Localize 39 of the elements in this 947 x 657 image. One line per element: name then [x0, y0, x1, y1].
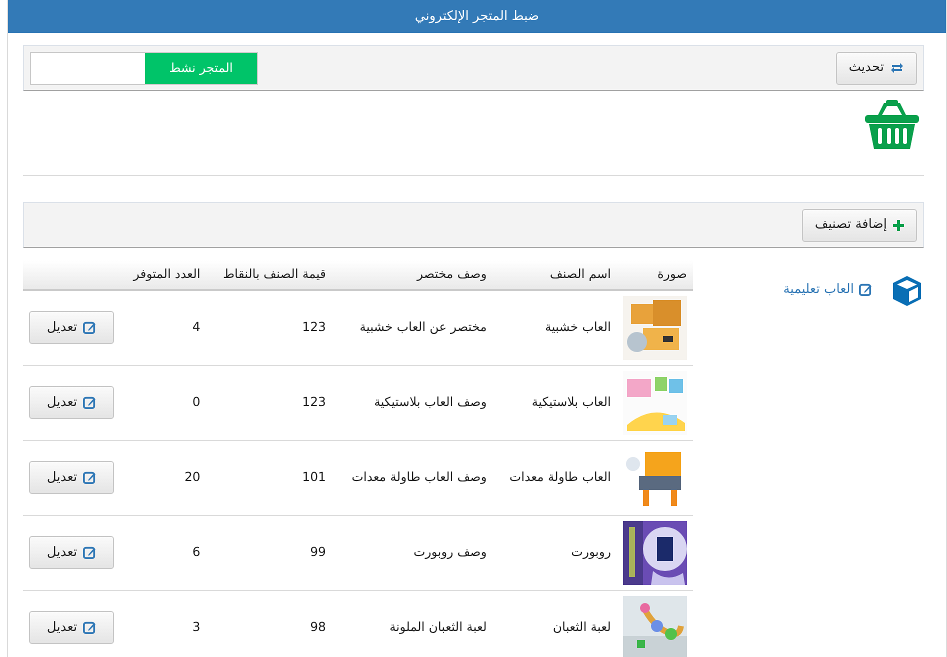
item-points: 99 — [206, 515, 332, 590]
item-stock: 4 — [120, 290, 206, 365]
basket-icon — [864, 97, 920, 151]
item-name: روبورت — [492, 515, 617, 590]
refresh-icon — [890, 62, 904, 74]
edit-button[interactable]: تعديل — [29, 461, 114, 494]
cube-icon — [890, 274, 924, 308]
edit-icon — [83, 546, 96, 559]
edit-icon — [83, 321, 96, 334]
item-stock: 20 — [120, 440, 206, 515]
edit-button[interactable]: تعديل — [29, 311, 114, 344]
item-points: 123 — [206, 365, 332, 440]
edit-button[interactable]: تعديل — [29, 611, 114, 644]
item-name: العاب بلاستيكية — [492, 365, 617, 440]
edit-icon — [83, 621, 96, 634]
item-points: 123 — [206, 290, 332, 365]
edit-icon — [83, 471, 96, 484]
item-points: 101 — [206, 440, 332, 515]
item-description: مختصر عن العاب خشبية — [332, 290, 493, 365]
item-name: لعبة الثعبان — [492, 590, 617, 657]
item-stock: 0 — [120, 365, 206, 440]
refresh-button[interactable]: تحديث — [836, 52, 917, 84]
item-points: 98 — [206, 590, 332, 657]
item-stock: 3 — [120, 590, 206, 657]
plus-icon — [893, 220, 904, 230]
item-description: لعبة الثعبان الملونة — [332, 590, 493, 657]
edit-button[interactable]: تعديل — [29, 386, 114, 419]
add-category-button[interactable]: إضافة تصنيف — [802, 208, 917, 242]
page-title: ضبط المتجر الإلكتروني — [8, 0, 946, 33]
item-description: وصف العاب بلاستيكية — [332, 365, 493, 440]
edit-icon — [859, 283, 872, 296]
item-description: وصف روبورت — [332, 515, 493, 590]
item-name: العاب طاولة معدات — [492, 440, 617, 515]
category-link[interactable]: العاب تعليمية — [783, 280, 872, 300]
edit-icon — [83, 396, 96, 409]
item-description: وصف العاب طاولة معدات — [332, 440, 493, 515]
item-name: العاب خشبية — [492, 290, 617, 365]
edit-button[interactable]: تعديل — [29, 536, 114, 569]
item-stock: 6 — [120, 515, 206, 590]
